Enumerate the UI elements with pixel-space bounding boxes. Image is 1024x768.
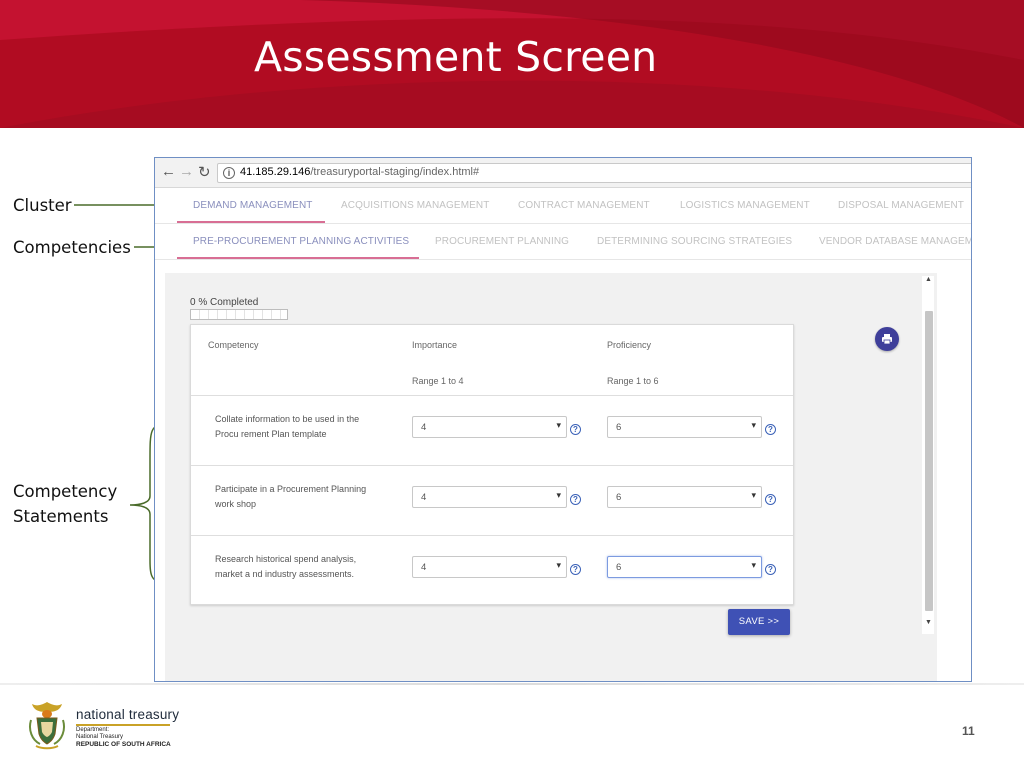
reload-icon[interactable]: ↻ [198,163,211,181]
tab-determining-sourcing-strategies[interactable]: DETERMINING SOURCING STRATEGIES [597,236,792,247]
header-importance-range: Range 1 to 4 [412,376,464,386]
help-icon[interactable]: ? [570,494,581,505]
header-competency: Competency [208,340,259,350]
tab-contract-management[interactable]: CONTRACT MANAGEMENT [518,200,650,211]
progress-bar [190,309,288,320]
help-icon[interactable]: ? [765,424,776,435]
cluster-annotation: Cluster [13,196,72,215]
coat-of-arms-icon [29,702,65,750]
header-importance: Importance [412,340,458,350]
competency-tabs: PRE-PROCUREMENT PLANNING ACTIVITIES PROC… [155,224,971,260]
slide-title: Assessment Screen [254,33,658,81]
brand-name: national treasury [76,707,180,722]
importance-select[interactable]: 4 ▾ [412,416,567,438]
tab-pre-procurement-planning[interactable]: PRE-PROCUREMENT PLANNING ACTIVITIES [193,236,409,247]
print-icon [882,334,892,345]
scroll-up-icon[interactable]: ▲ [925,276,932,283]
help-icon[interactable]: ? [765,564,776,575]
proficiency-select[interactable]: 6 ▾ [607,556,762,578]
chevron-down-icon: ▾ [751,420,756,430]
importance-select[interactable]: 4 ▾ [412,486,567,508]
competencies-annotation: Competencies [13,238,131,257]
table-row: Collate information to be used in the Pr… [191,395,793,465]
chevron-down-icon: ▾ [556,560,561,570]
slide-header: Assessment Screen [0,0,1024,128]
progress-label: 0 % Completed [190,297,259,308]
proficiency-select[interactable]: 6 ▾ [607,486,762,508]
tab-acquisitions-management[interactable]: ACQUISITIONS MANAGEMENT [341,200,489,211]
url-text: 41.185.29.146/treasuryportal-staging/ind… [240,166,480,178]
brand-rule [76,724,170,726]
header-proficiency-range: Range 1 to 6 [607,376,659,386]
print-button[interactable] [875,327,899,351]
active-competency-underline [177,257,419,259]
help-icon[interactable]: ? [765,494,776,505]
assessment-content: 0 % Completed Competency Importance Rang… [165,273,937,681]
importance-select[interactable]: 4 ▾ [412,556,567,578]
tab-procurement-planning[interactable]: PROCUREMENT PLANNING [435,236,569,247]
portal-screenshot: ← → ↻ i 41.185.29.146/treasuryportal-sta… [154,157,972,682]
cluster-tabs: DEMAND MANAGEMENT ACQUISITIONS MANAGEMEN… [155,188,971,224]
competency-statement: Research historical spend analysis, mark… [215,554,357,579]
competency-statement: Collate information to be used in the Pr… [215,414,360,439]
header-proficiency: Proficiency [607,340,652,350]
address-bar[interactable]: i 41.185.29.146/treasuryportal-staging/i… [217,163,971,183]
tab-logistics-management[interactable]: LOGISTICS MANAGEMENT [680,200,810,211]
footer-divider [0,683,1024,685]
browser-toolbar: ← → ↻ i 41.185.29.146/treasuryportal-sta… [155,158,971,188]
dept-line-3: REPUBLIC OF SOUTH AFRICA [76,741,171,748]
chevron-down-icon: ▾ [556,420,561,430]
tab-vendor-database-management[interactable]: VENDOR DATABASE MANAGEME [819,236,971,247]
scroll-thumb[interactable] [925,311,933,611]
scroll-down-icon[interactable]: ▼ [925,619,932,626]
competency-statement: Participate in a Procurement Planning wo… [215,484,367,509]
tab-demand-management[interactable]: DEMAND MANAGEMENT [193,200,312,211]
chevron-down-icon: ▾ [556,490,561,500]
statements-annotation-line1: Competency [13,482,118,501]
help-icon[interactable]: ? [570,424,581,435]
statements-annotation-line2: Statements [13,507,109,526]
chevron-down-icon: ▾ [751,560,756,570]
dept-line-1: Department: [76,727,110,733]
tab-disposal-management[interactable]: DISPOSAL MANAGEMENT [838,200,964,211]
page-number: 11 [962,724,975,738]
scrollbar[interactable]: ▲ ▼ [922,276,934,634]
chevron-down-icon: ▾ [751,490,756,500]
help-icon[interactable]: ? [570,564,581,575]
table-row: Research historical spend analysis, mark… [191,535,793,605]
save-button[interactable]: SAVE >> [728,609,790,635]
dept-line-2: National Treasury [76,734,124,740]
competency-table: Competency Importance Range 1 to 4 Profi… [190,324,794,605]
info-icon[interactable]: i [223,167,235,179]
forward-arrow-icon[interactable]: → [179,163,194,180]
back-arrow-icon[interactable]: ← [161,163,176,180]
table-row: Participate in a Procurement Planning wo… [191,465,793,535]
proficiency-select[interactable]: 6 ▾ [607,416,762,438]
active-cluster-underline [177,221,325,223]
